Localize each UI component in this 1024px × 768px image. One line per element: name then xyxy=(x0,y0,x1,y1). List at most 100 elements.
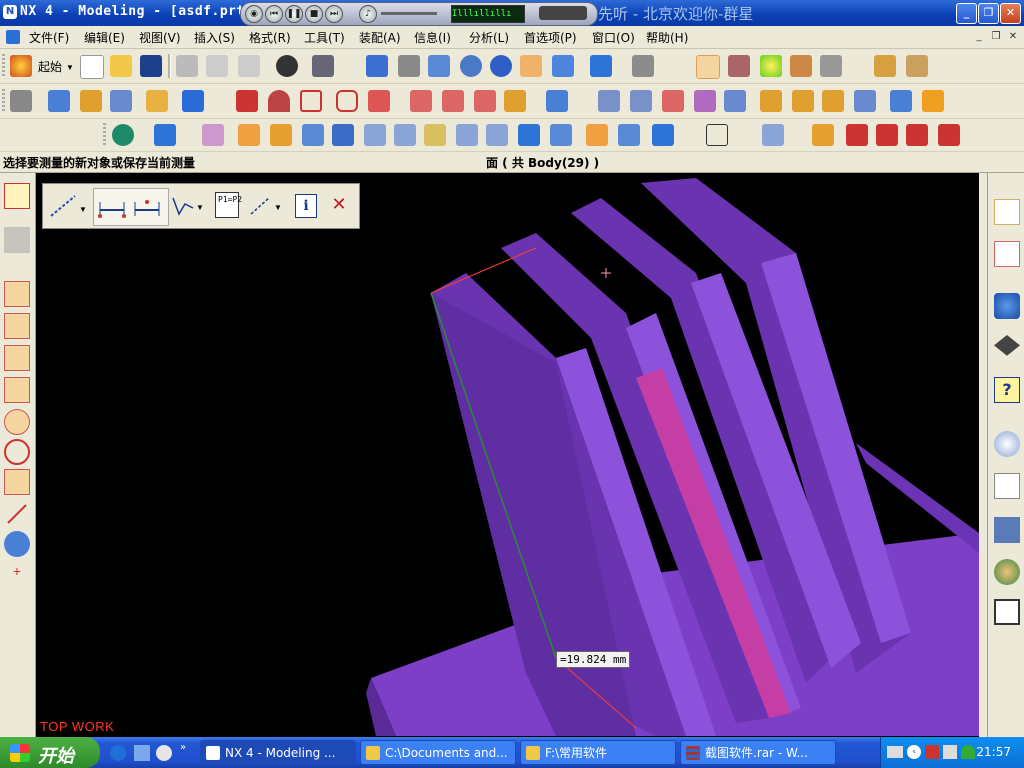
window-restore-button[interactable]: ❐ xyxy=(978,3,999,24)
chevron-down-icon[interactable]: ▼ xyxy=(66,63,74,72)
p1-p2-icon[interactable]: P1=P2 xyxy=(215,192,242,218)
graphics-window[interactable]: ▼ ▼ P1=P2 ▼ i ✕ =19.824 mm TOP WORK xyxy=(36,173,979,736)
snap-more-icon[interactable]: + xyxy=(4,563,30,589)
document-icon[interactable] xyxy=(6,30,20,44)
copy-icon[interactable] xyxy=(206,55,228,77)
menu-edit[interactable]: 编辑(E) xyxy=(84,29,125,46)
measure-curve-icon[interactable] xyxy=(812,124,834,146)
assembly-navigator-icon[interactable] xyxy=(10,90,32,112)
layer-settings-icon[interactable] xyxy=(790,55,812,77)
projected-distance-icon[interactable] xyxy=(133,196,161,218)
block-icon[interactable] xyxy=(182,90,204,112)
hole-icon[interactable] xyxy=(202,124,224,146)
zoom-window-icon[interactable] xyxy=(398,55,420,77)
subtract-icon[interactable] xyxy=(154,124,176,146)
drag-handle-icon[interactable] xyxy=(4,227,30,253)
zoom-icon[interactable] xyxy=(428,55,450,77)
surface-bounded-icon[interactable] xyxy=(694,90,716,112)
menu-analysis[interactable]: 分析(L) xyxy=(469,29,509,46)
toolbar-grip[interactable] xyxy=(103,123,106,147)
menu-format[interactable]: 格式(R) xyxy=(249,29,291,46)
toolbar-grip[interactable] xyxy=(2,54,5,78)
surface-through-curves-icon[interactable] xyxy=(598,90,620,112)
perspective-icon[interactable] xyxy=(552,55,574,77)
window-minimize-button[interactable]: _ xyxy=(956,3,977,24)
media-stop-icon[interactable]: ■ xyxy=(305,5,323,23)
measure-type-icon[interactable]: ▼ xyxy=(47,192,87,220)
surface-trim-icon[interactable] xyxy=(792,90,814,112)
menu-file[interactable]: 文件(F) xyxy=(29,29,69,46)
part-navigator-tab-icon[interactable] xyxy=(994,241,1020,267)
extrude-icon[interactable] xyxy=(48,90,70,112)
media-pause-icon[interactable]: ❚❚ xyxy=(285,5,303,23)
menu-information[interactable]: 信息(I) xyxy=(414,29,451,46)
media-window-controls[interactable] xyxy=(539,6,587,20)
media-player-bar[interactable]: ◉ ⏮ ❚❚ ■ ⏭ ♪ Illlıllıllı xyxy=(240,2,598,26)
curve-continuity-icon[interactable] xyxy=(906,124,928,146)
shell-icon[interactable] xyxy=(456,124,478,146)
wcs-icon[interactable] xyxy=(696,55,720,79)
model-scene[interactable] xyxy=(36,173,979,736)
surface-quilt-icon[interactable] xyxy=(890,90,912,112)
mdi-minimize-button[interactable]: _ xyxy=(972,30,986,44)
media-prev-icon[interactable]: ⏮ xyxy=(265,5,283,23)
select-filter-icon[interactable] xyxy=(312,55,334,77)
keyboard-icon[interactable] xyxy=(887,746,903,758)
mdi-close-button[interactable]: ✕ xyxy=(1006,30,1020,44)
volume-tray-icon[interactable] xyxy=(943,745,957,759)
measure-distance-icon[interactable] xyxy=(874,55,896,77)
task-nx[interactable]: NX 4 - Modeling ... xyxy=(200,740,356,765)
chamfer-icon[interactable] xyxy=(424,124,446,146)
media-quicklaunch-icon[interactable] xyxy=(156,745,172,761)
select-icon[interactable] xyxy=(4,183,30,209)
edge-blend-icon[interactable] xyxy=(394,124,416,146)
surface-extension-icon[interactable] xyxy=(760,90,782,112)
nx-app-icon[interactable]: N xyxy=(3,5,17,19)
security-tray-icon[interactable] xyxy=(961,745,975,759)
snap-point-icon[interactable] xyxy=(4,469,30,495)
process-studio-icon[interactable] xyxy=(994,517,1020,543)
volume-icon[interactable]: ♪ xyxy=(359,5,377,23)
menu-help[interactable]: 帮助(H) xyxy=(646,29,688,46)
zoom-in-out-icon[interactable] xyxy=(460,55,482,77)
menu-view[interactable]: 视图(V) xyxy=(139,29,181,46)
scale-body-icon[interactable] xyxy=(762,124,784,146)
history-clock-icon[interactable] xyxy=(994,431,1020,457)
menu-assemblies[interactable]: 装配(A) xyxy=(359,29,401,46)
save-icon[interactable] xyxy=(140,55,162,77)
info-icon[interactable]: i xyxy=(295,194,317,218)
dock-divider[interactable] xyxy=(979,173,987,737)
surface-flange-icon[interactable] xyxy=(922,90,944,112)
menu-tools[interactable]: 工具(T) xyxy=(304,29,345,46)
curve-project-icon[interactable] xyxy=(504,90,526,112)
surface-offset-icon[interactable] xyxy=(724,90,746,112)
mirror-feature-icon[interactable] xyxy=(550,124,572,146)
distance-icon[interactable] xyxy=(98,196,126,218)
measure-graph-icon[interactable]: ▼ xyxy=(171,194,205,218)
rectangle-icon[interactable] xyxy=(300,90,322,112)
media-menu-icon[interactable]: ◉ xyxy=(245,5,263,23)
snap-quadrant-icon[interactable] xyxy=(4,439,30,465)
mdi-restore-button[interactable]: ❐ xyxy=(989,30,1003,44)
help-icon[interactable]: ? xyxy=(994,377,1020,403)
curve-bridge-icon[interactable] xyxy=(474,90,496,112)
snap-midpoint-icon[interactable] xyxy=(4,313,30,339)
title-bar[interactable]: N NX 4 - Modeling - [asdf.prt ◉ ⏮ ❚❚ ■ ⏭… xyxy=(0,0,1024,26)
tray-expand-icon[interactable]: ‹ xyxy=(907,745,921,759)
arc-icon[interactable] xyxy=(268,90,290,112)
curve-deviation-icon[interactable] xyxy=(938,124,960,146)
pan-icon[interactable] xyxy=(520,55,542,77)
csys-icon[interactable] xyxy=(728,55,750,77)
surface-mesh-icon[interactable] xyxy=(630,90,652,112)
curve-extract-icon[interactable] xyxy=(546,90,568,112)
sweep-icon[interactable] xyxy=(110,90,132,112)
close-icon[interactable]: ✕ xyxy=(329,194,349,216)
slot-icon[interactable] xyxy=(332,124,354,146)
surface-thicken-icon[interactable] xyxy=(854,90,876,112)
window-close-button[interactable]: ✕ xyxy=(1000,3,1021,24)
roles-tab-icon[interactable] xyxy=(994,559,1020,585)
split-body-icon[interactable] xyxy=(618,124,640,146)
groove-icon[interactable] xyxy=(364,124,386,146)
undo-icon[interactable] xyxy=(276,55,298,77)
open-folder-icon[interactable] xyxy=(110,55,132,77)
